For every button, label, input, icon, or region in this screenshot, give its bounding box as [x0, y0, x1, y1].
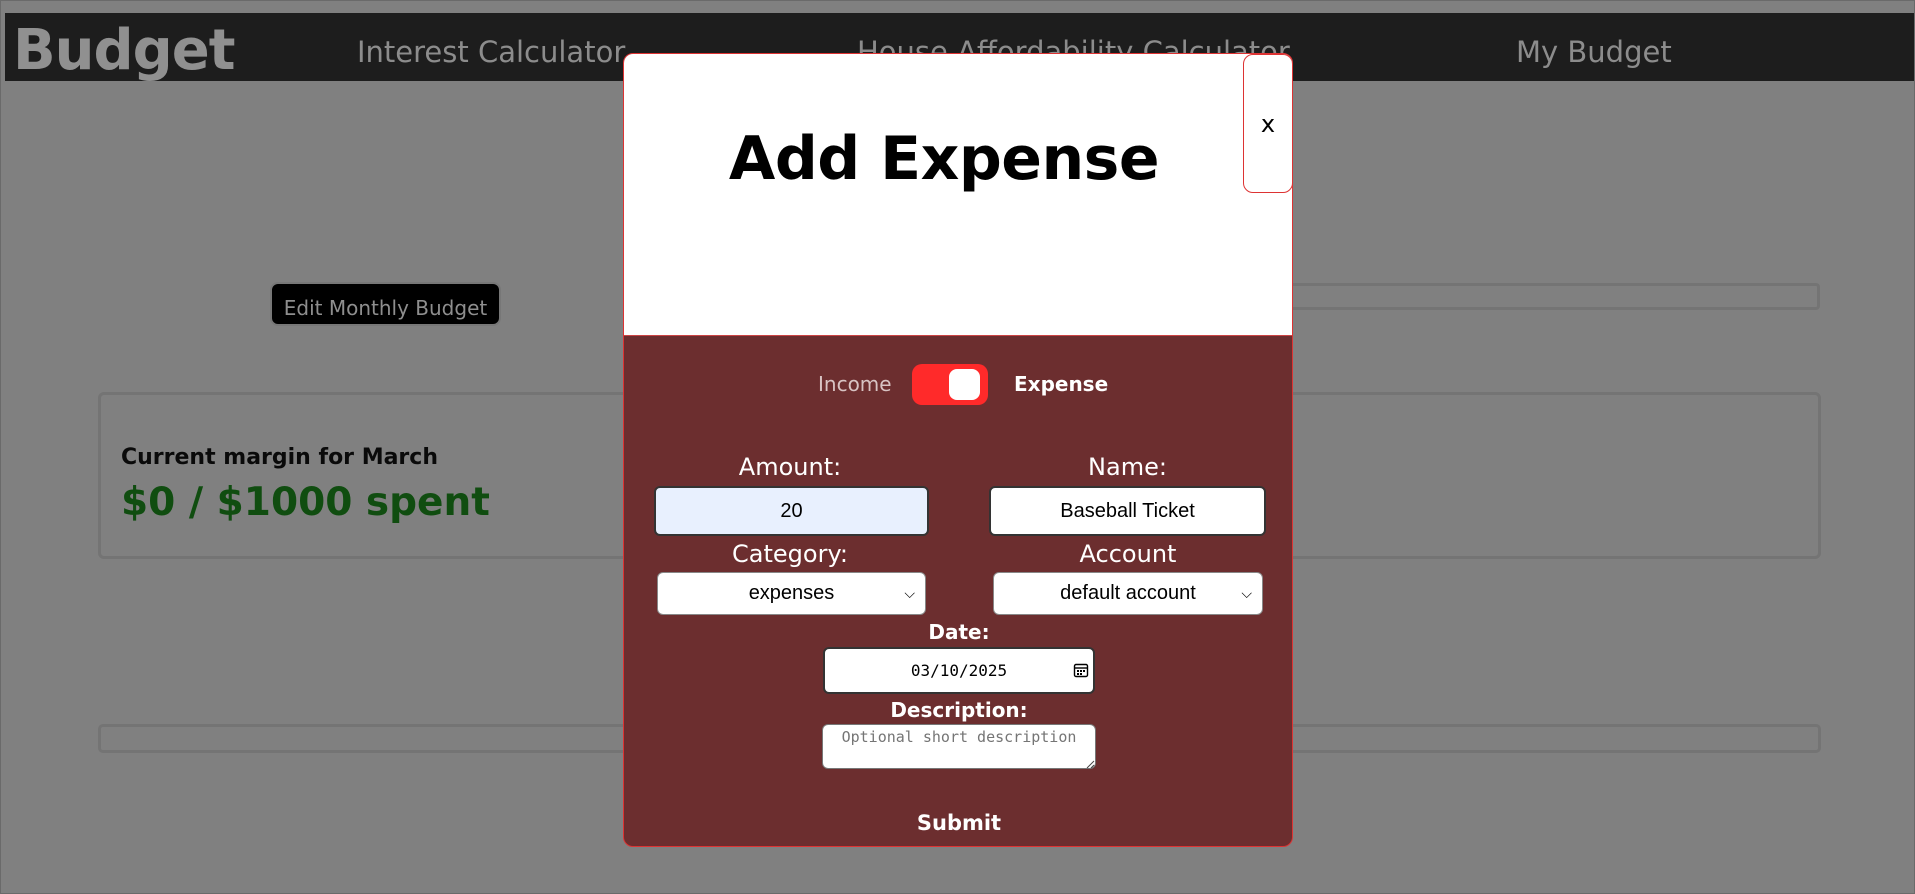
close-button[interactable]: x — [1243, 54, 1292, 193]
category-selected-value: expenses — [748, 582, 835, 604]
description-textarea[interactable] — [822, 724, 1096, 769]
chevron-down-icon: ⌵ — [1241, 585, 1252, 601]
toggle-expense-label: Expense — [1014, 372, 1109, 396]
submit-button[interactable]: Submit — [624, 810, 1292, 836]
description-label: Description: — [890, 698, 1028, 722]
budget-progress-bar — [1261, 283, 1820, 310]
chevron-down-icon: ⌵ — [904, 585, 915, 601]
account-select[interactable]: default account ⌵ — [993, 572, 1263, 615]
date-value: 03/10/2025 — [910, 661, 1008, 680]
modal-title: Add Expense — [728, 124, 1160, 194]
resize-grip-icon[interactable] — [1085, 759, 1095, 769]
toggle-knob — [949, 369, 980, 400]
amount-input[interactable] — [654, 486, 929, 536]
nav-link-interest-calculator[interactable]: Interest Calculator — [357, 35, 625, 69]
name-input[interactable] — [989, 486, 1266, 536]
category-label: Category: — [732, 540, 848, 568]
account-selected-value: default account — [1060, 582, 1196, 604]
income-expense-toggle-row: Income Expense — [624, 362, 1292, 406]
margin-value: $0 / $1000 spent — [121, 480, 490, 525]
modal-header: Add Expense x — [624, 54, 1292, 336]
date-label: Date: — [928, 620, 990, 644]
name-label: Name: — [1088, 453, 1167, 481]
toggle-income-label: Income — [818, 372, 892, 396]
nav-link-my-budget[interactable]: My Budget — [1516, 35, 1672, 69]
brand-logo[interactable]: Budget — [13, 21, 235, 81]
edit-monthly-budget-button[interactable]: Edit Monthly Budget — [270, 282, 501, 326]
amount-label: Amount: — [738, 453, 842, 481]
category-select[interactable]: expenses ⌵ — [657, 572, 926, 615]
add-expense-modal: Add Expense x Income Expense Amount: Nam… — [623, 53, 1293, 847]
date-input[interactable]: 03/10/2025 — [823, 647, 1095, 694]
account-label: Account — [1079, 540, 1177, 568]
calendar-icon[interactable] — [1073, 662, 1089, 678]
margin-title: Current margin for March — [121, 445, 438, 470]
income-expense-toggle[interactable] — [912, 364, 988, 405]
